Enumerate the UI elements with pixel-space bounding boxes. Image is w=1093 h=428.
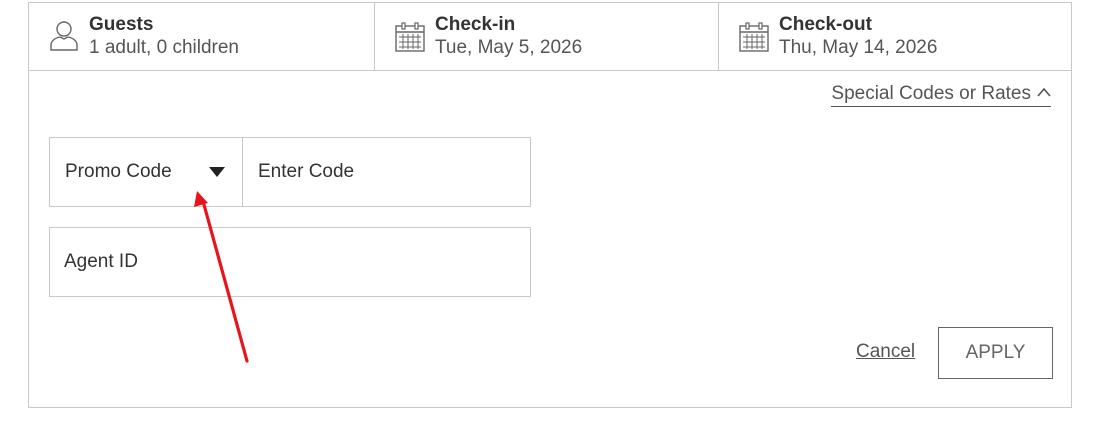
person-icon [50, 21, 78, 51]
check-in-value: Tue, May 5, 2026 [435, 37, 583, 58]
guests-title: Guests [89, 14, 154, 35]
calendar-icon [395, 22, 425, 52]
guests-selector[interactable]: Guests 1 adult, 0 children [29, 3, 375, 70]
guests-value: 1 adult, 0 children [89, 37, 239, 58]
promo-code-dropdown-value: Promo Code [65, 161, 172, 182]
special-codes-label: Special Codes or Rates [831, 83, 1031, 104]
check-out-title: Check-out [779, 14, 872, 35]
check-in-selector[interactable]: Check-in Tue, May 5, 2026 [375, 3, 719, 70]
check-out-selector[interactable]: Check-out Thu, May 14, 2026 [719, 3, 1071, 70]
booking-panel: Guests 1 adult, 0 children Check-in Tue,… [28, 2, 1072, 408]
caret-down-icon [209, 167, 225, 177]
calendar-icon [739, 22, 769, 52]
check-in-title: Check-in [435, 14, 516, 35]
check-out-value: Thu, May 14, 2026 [779, 37, 938, 58]
promo-code-row: Promo Code [49, 137, 531, 207]
apply-button[interactable]: APPLY [938, 327, 1053, 379]
cancel-link[interactable]: Cancel [856, 341, 915, 363]
booking-summary-bar: Guests 1 adult, 0 children Check-in Tue,… [29, 3, 1071, 71]
promo-code-dropdown[interactable]: Promo Code [50, 138, 243, 206]
promo-code-input[interactable] [243, 138, 530, 206]
special-codes-toggle[interactable]: Special Codes or Rates [831, 82, 1051, 107]
agent-id-input[interactable] [49, 227, 531, 297]
chevron-up-icon [1037, 87, 1051, 97]
